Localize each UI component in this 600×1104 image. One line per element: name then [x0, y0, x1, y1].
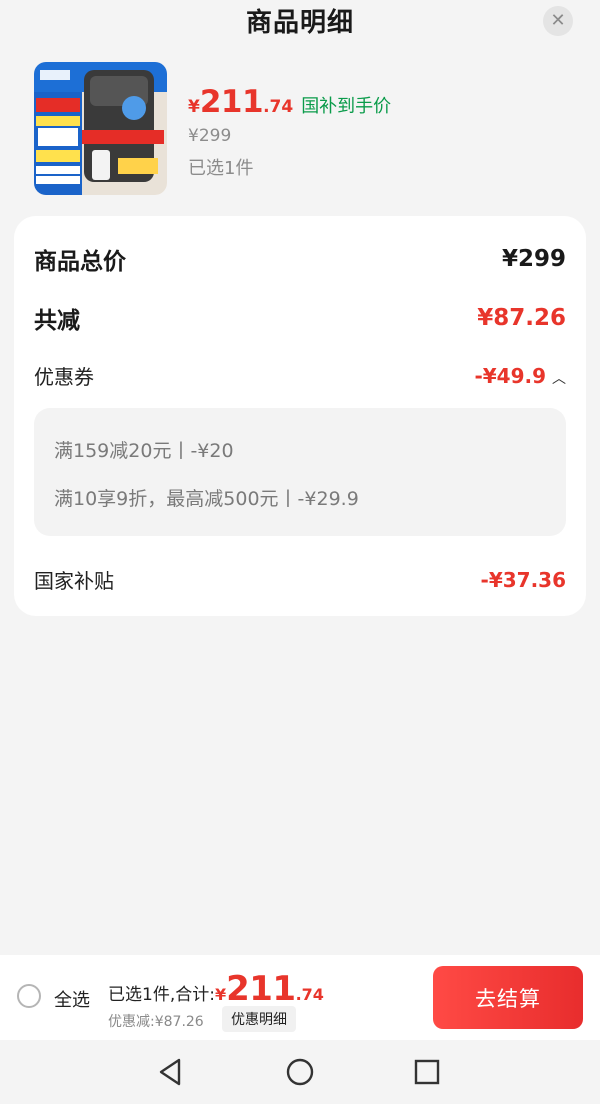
total-reduction-row: 共减 ¥87.26	[34, 301, 566, 335]
price-decimal: .74	[263, 97, 294, 117]
checkout-bar: 全选 已选1件,合计: ¥ 211 .74 优惠减:¥87.26 优惠明细 去结…	[0, 955, 600, 1040]
coupon-item: 满10享9折，最高减500元丨-¥29.9	[54, 488, 359, 510]
price-integer: 211	[199, 84, 264, 120]
product-image[interactable]	[34, 62, 167, 195]
checkout-total: 已选1件,合计: ¥ 211 .74	[108, 969, 324, 1009]
coupon-value-group: -¥49.9 ︿	[474, 364, 566, 388]
total-reduction-label: 共减	[34, 308, 80, 334]
total-symbol: ¥	[214, 985, 227, 1004]
total-integer: 211	[226, 969, 296, 1009]
system-nav-bar	[0, 1040, 600, 1104]
close-icon: ✕	[550, 10, 566, 31]
total-reduction-value: ¥87.26	[477, 305, 566, 331]
header: 商品明细 ✕	[0, 0, 600, 44]
national-subsidy-row: 国家补贴 -¥37.36	[34, 565, 566, 594]
coupon-row[interactable]: 优惠券 -¥49.9 ︿	[34, 361, 566, 390]
national-subsidy-label: 国家补贴	[34, 569, 114, 593]
discount-summary: 优惠减:¥87.26	[108, 1014, 204, 1030]
checkout-button[interactable]: 去结算	[433, 966, 583, 1029]
select-all-checkbox[interactable]	[17, 984, 41, 1008]
close-button[interactable]: ✕	[543, 6, 573, 36]
page-title: 商品明细	[245, 8, 354, 38]
home-icon[interactable]	[284, 1056, 316, 1088]
coupon-item: 满159减20元丨-¥20	[54, 440, 234, 462]
discount-detail-button[interactable]: 优惠明细	[222, 1006, 296, 1032]
price-detail-card: 商品总价 ¥299 共减 ¥87.26 优惠券 -¥49.9 ︿ 满159减20元…	[14, 216, 586, 616]
product-thumbnail-icon	[34, 62, 167, 195]
back-icon[interactable]	[155, 1056, 187, 1088]
recents-icon[interactable]	[411, 1056, 443, 1088]
selected-count: 已选1件	[188, 158, 254, 179]
product-summary: ¥ 211 .74 国补到手价 ¥299 已选1件	[34, 62, 574, 196]
total-price-value: ¥299	[501, 246, 566, 272]
total-decimal: .74	[295, 985, 324, 1004]
national-subsidy-value: -¥37.36	[480, 567, 566, 592]
coupon-label: 优惠券	[34, 365, 94, 389]
price-symbol: ¥	[188, 97, 200, 117]
coupon-list: 满159减20元丨-¥20 满10享9折，最高减500元丨-¥29.9	[34, 408, 566, 536]
original-price: ¥299	[188, 126, 232, 146]
total-price-row: 商品总价 ¥299	[34, 242, 566, 276]
coupon-value: -¥49.9	[474, 363, 546, 388]
subsidy-price-tag: 国补到手价	[301, 96, 392, 117]
summary-label: 已选1件,合计:	[108, 985, 215, 1005]
hand-price: ¥ 211 .74 国补到手价	[188, 84, 391, 120]
total-price-label: 商品总价	[34, 249, 126, 275]
chevron-up-icon[interactable]: ︿	[552, 368, 566, 388]
select-all-label[interactable]: 全选	[54, 986, 90, 1012]
